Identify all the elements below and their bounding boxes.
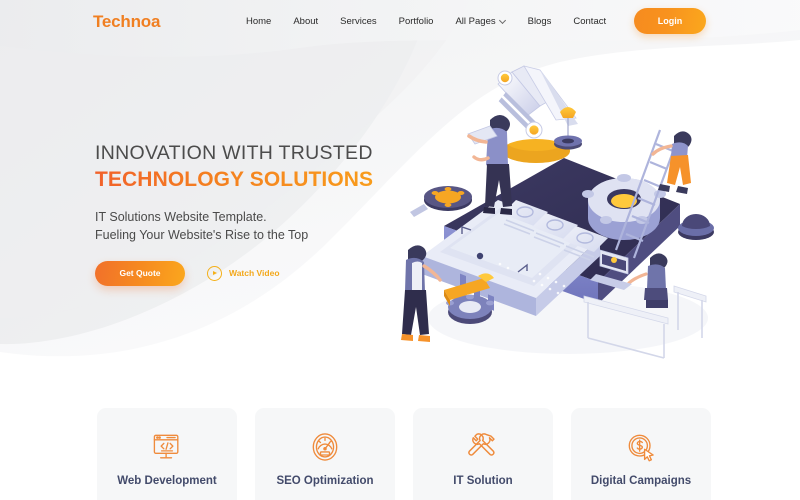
play-icon bbox=[207, 265, 222, 281]
person-on-ladder bbox=[651, 131, 692, 194]
main-navigation: Home About Services Portfolio All Pages … bbox=[246, 16, 606, 27]
hero-subtitle: IT Solutions Website Template. Fueling Y… bbox=[95, 209, 395, 245]
service-card-web-development[interactable]: Web Development bbox=[97, 408, 237, 500]
dome-element bbox=[678, 214, 714, 240]
nav-item-label: Portfolio bbox=[398, 16, 434, 27]
page-title: TECHNOLOGY SOLUTIONS bbox=[95, 168, 395, 192]
speedometer-gauge-icon bbox=[306, 428, 344, 466]
login-button[interactable]: Login bbox=[634, 8, 706, 34]
services-cards: Web Development SEO Optimization IT Solu… bbox=[97, 408, 711, 500]
get-quote-button[interactable]: Get Quote bbox=[95, 260, 185, 286]
nav-item-about[interactable]: About bbox=[293, 16, 331, 27]
nav-item-label: Services bbox=[340, 16, 377, 27]
nav-item-label: Blogs bbox=[527, 16, 552, 27]
nav-item-contact[interactable]: Contact bbox=[573, 16, 606, 27]
nav-item-home[interactable]: Home bbox=[246, 16, 284, 27]
hero-actions: Get Quote Watch Video bbox=[95, 260, 395, 286]
nav-item-portfolio[interactable]: Portfolio bbox=[399, 16, 447, 27]
nav-item-label: Contact bbox=[573, 16, 607, 27]
hero-illustration bbox=[401, 65, 714, 359]
watch-video-button[interactable]: Watch Video bbox=[207, 265, 280, 281]
nav-item-all-pages[interactable]: All Pages bbox=[455, 16, 518, 27]
hero-subtitle-line2: Fueling Your Website's Rise to the Top bbox=[95, 227, 309, 242]
hero-eyebrow: INNOVATION WITH TRUSTED bbox=[95, 142, 373, 164]
service-card-title: Digital Campaigns bbox=[590, 475, 692, 487]
nav-item-label: About bbox=[293, 16, 319, 27]
service-card-seo-optimization[interactable]: SEO Optimization bbox=[255, 408, 395, 500]
service-card-title: IT Solution bbox=[453, 475, 513, 487]
hero-subtitle-line1: IT Solutions Website Template. bbox=[95, 210, 267, 224]
nav-item-label: Home bbox=[246, 16, 272, 27]
wrench-screwdriver-icon bbox=[464, 428, 502, 466]
hero-section: INNOVATION WITH TRUSTED TECHNOLOGY SOLUT… bbox=[95, 142, 395, 286]
service-card-title: SEO Optimization bbox=[276, 475, 374, 487]
small-gear-disk bbox=[410, 186, 472, 217]
monitor-code-icon bbox=[148, 428, 186, 466]
nav-item-services[interactable]: Services bbox=[340, 16, 389, 27]
nav-item-label: All Pages bbox=[455, 16, 496, 27]
nav-item-blogs[interactable]: Blogs bbox=[528, 16, 565, 27]
brand-logo[interactable]: Technoa bbox=[93, 12, 160, 32]
crane-illustration bbox=[496, 65, 582, 163]
service-card-title: Web Development bbox=[117, 475, 217, 487]
site-header: Technoa Home About Services Portfolio Al… bbox=[0, 0, 800, 48]
watch-video-label: Watch Video bbox=[229, 268, 280, 278]
service-card-it-solution[interactable]: IT Solution bbox=[413, 408, 553, 500]
service-card-digital-campaigns[interactable]: Digital Campaigns bbox=[571, 408, 711, 500]
dollar-coin-cursor-icon bbox=[622, 428, 660, 466]
person-with-tablet bbox=[467, 114, 512, 215]
chevron-down-icon bbox=[500, 18, 506, 24]
